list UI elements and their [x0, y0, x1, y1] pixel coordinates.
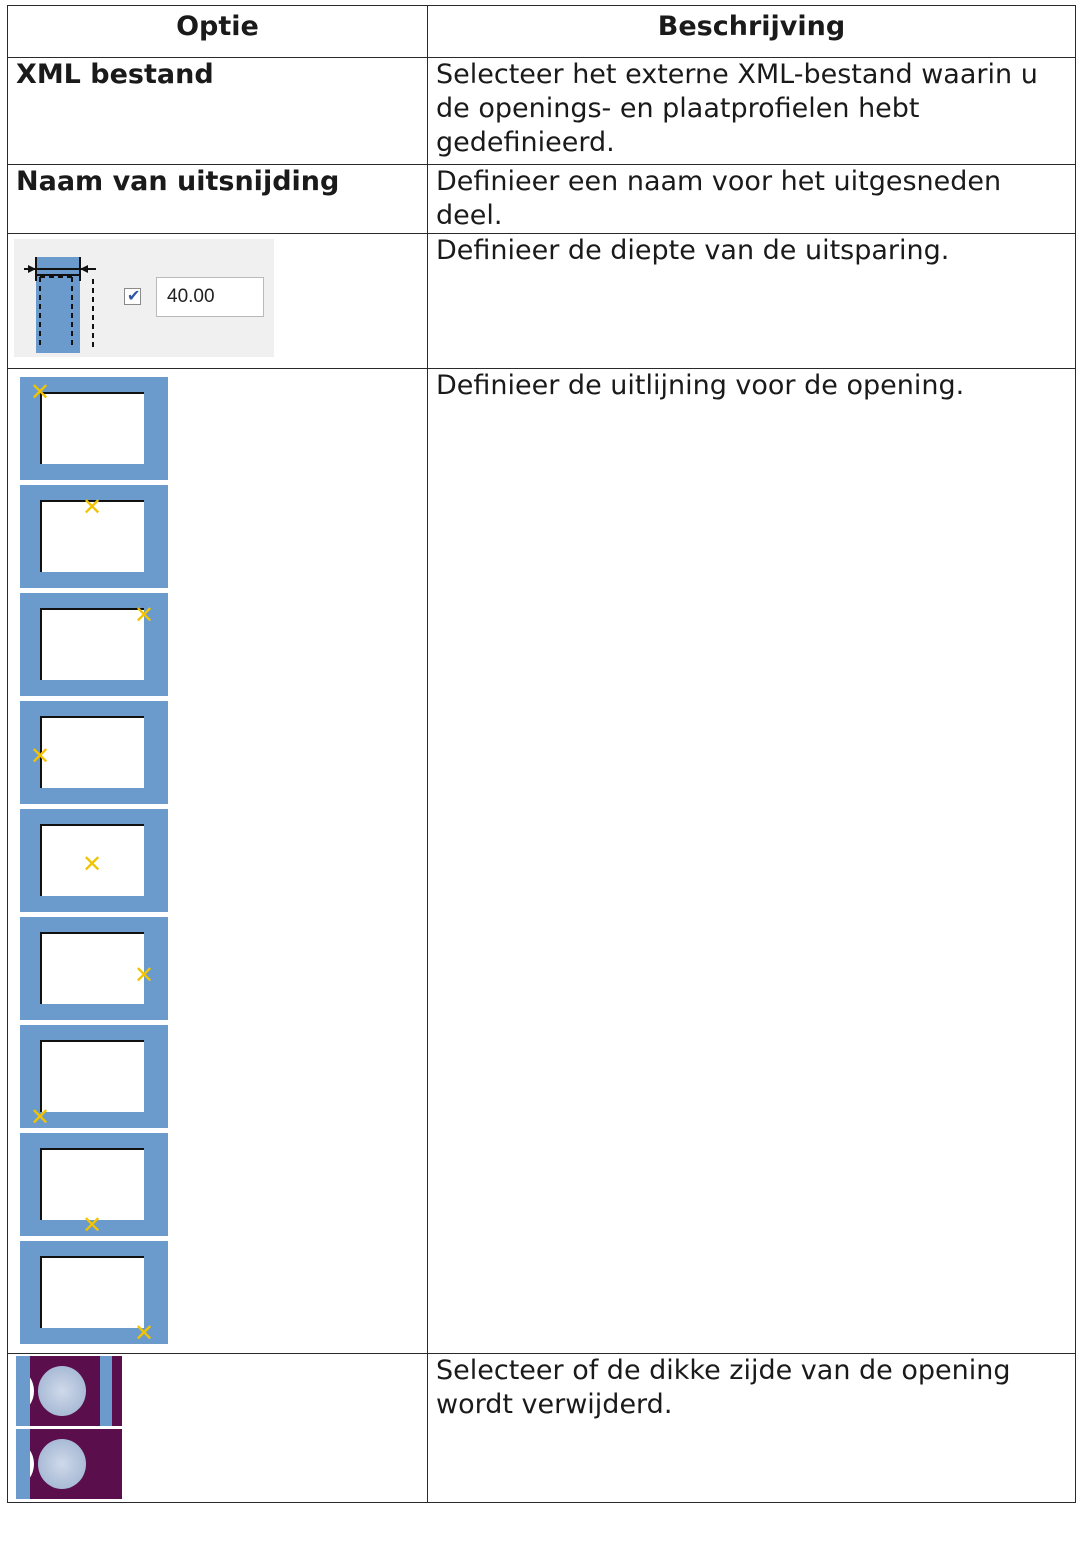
option-label: Naam van uitsnijding: [7, 164, 428, 234]
marker-icon: ✕: [134, 1319, 155, 1347]
marker-icon: ✕: [82, 493, 103, 521]
alignment-middle-right-icon[interactable]: ✕: [20, 917, 168, 1020]
depth-checkbox[interactable]: ✔: [124, 286, 141, 305]
table-row: XML bestand Selecteer het externe XML-be…: [7, 57, 1076, 165]
depth-widget: ✔ 40.00: [14, 239, 274, 357]
header-description: Beschrijving: [427, 5, 1076, 58]
table-row: Selecteer of de dikke zijde van de openi…: [7, 1353, 1076, 1503]
depth-input[interactable]: 40.00: [156, 277, 264, 317]
alignment-top-left-icon[interactable]: ✕: [20, 377, 168, 480]
alignment-cell: ✕ ✕ ✕ ✕ ✕ ✕ ✕ ✕ ✕: [7, 368, 428, 1354]
depth-cell: ✔ 40.00: [7, 233, 428, 369]
thick-side-cell: [7, 1353, 428, 1503]
marker-icon: ✕: [82, 850, 103, 878]
marker-icon: ✕: [30, 378, 51, 406]
table-row: Naam van uitsnijding Definieer een naam …: [7, 164, 1076, 234]
alignment-middle-left-icon[interactable]: ✕: [20, 701, 168, 804]
marker-icon: ✕: [30, 742, 51, 770]
alignment-top-right-icon[interactable]: ✕: [20, 593, 168, 696]
option-description: Definieer een naam voor het uitgesneden …: [427, 164, 1076, 234]
alignment-tiles: ✕ ✕ ✕ ✕ ✕ ✕ ✕ ✕ ✕: [20, 377, 427, 1347]
thick-side-keep-icon[interactable]: [16, 1356, 122, 1426]
alignment-bottom-center-icon[interactable]: ✕: [20, 1133, 168, 1239]
marker-icon: ✕: [134, 601, 155, 629]
table-row: ✕ ✕ ✕ ✕ ✕ ✕ ✕ ✕ ✕ Definieer de uitlijnin…: [7, 368, 1076, 1354]
header-option: Optie: [7, 5, 428, 58]
marker-icon: ✕: [82, 1211, 103, 1239]
option-description: Selecteer of de dikke zijde van de openi…: [427, 1353, 1076, 1503]
alignment-bottom-left-icon[interactable]: ✕: [20, 1025, 168, 1131]
alignment-top-center-icon[interactable]: ✕: [20, 485, 168, 588]
option-description: Selecteer het externe XML-bestand waarin…: [427, 57, 1076, 165]
option-description: Definieer de uitlijning voor de opening.: [427, 368, 1076, 1354]
alignment-middle-center-icon[interactable]: ✕: [20, 809, 168, 912]
thick-side-remove-icon[interactable]: [16, 1429, 122, 1499]
table-header-row: Optie Beschrijving: [7, 5, 1076, 58]
options-table: Optie Beschrijving XML bestand Selecteer…: [7, 5, 1076, 1503]
depth-icon: [24, 257, 96, 353]
option-label: XML bestand: [7, 57, 428, 165]
option-description: Definieer de diepte van de uitsparing.: [427, 233, 1076, 369]
check-icon: ✔: [127, 286, 141, 305]
marker-icon: ✕: [134, 961, 155, 989]
alignment-bottom-right-icon[interactable]: ✕: [20, 1241, 168, 1347]
table-row: ✔ 40.00 Definieer de diepte van de uitsp…: [7, 233, 1076, 369]
thick-side-options: [16, 1356, 122, 1499]
marker-icon: ✕: [30, 1103, 51, 1131]
